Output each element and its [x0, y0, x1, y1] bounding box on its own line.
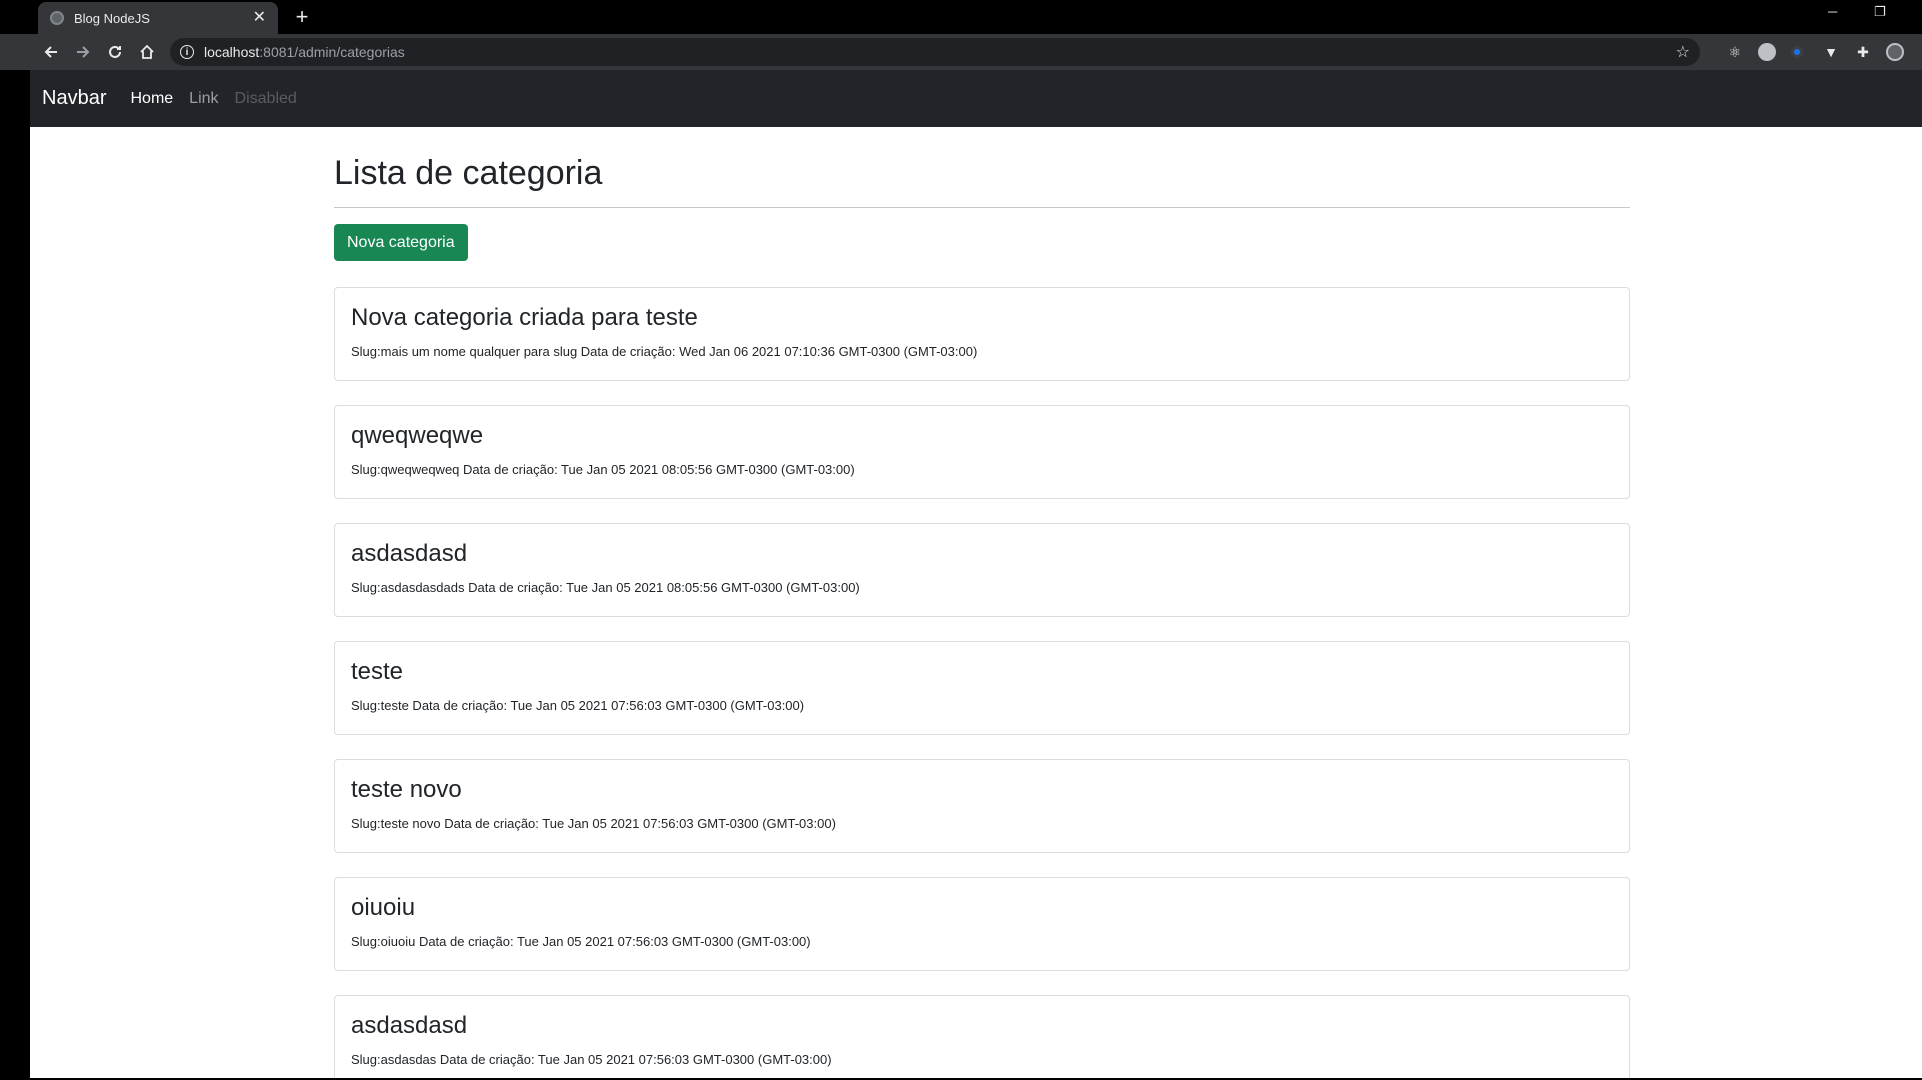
category-card: teste novo Slug:teste novo Data de criaç… — [334, 759, 1630, 853]
browser-tabstrip: Blog NodeJS ✕ + ─ ❐ — [0, 0, 1922, 34]
category-meta: Slug:teste Data de criação: Tue Jan 05 2… — [351, 698, 805, 713]
restore-icon[interactable]: ❐ — [1874, 4, 1886, 20]
url-host: localhost — [204, 44, 260, 60]
reload-icon — [109, 45, 121, 58]
globe-icon — [50, 11, 64, 25]
page-title: Lista de categoria — [334, 154, 603, 192]
arrow-left-icon — [44, 46, 57, 58]
arrow-right-icon — [77, 46, 90, 58]
category-title: asdasdasd — [351, 540, 468, 567]
category-title: Nova categoria criada para teste — [351, 304, 698, 331]
url-path: :8081/admin/categorias — [259, 44, 405, 60]
category-meta: Slug:mais um nome qualquer para slug Dat… — [351, 344, 978, 359]
category-card: teste Slug:teste Data de criação: Tue Ja… — [334, 641, 1630, 735]
category-card: asdasdasd Slug:asdasdasdads Data de cria… — [334, 523, 1630, 617]
category-meta: Slug:asdasdas Data de criação: Tue Jan 0… — [351, 1052, 832, 1067]
puzzle-extensions-icon[interactable]: ✚ — [1854, 43, 1872, 61]
new-tab-button[interactable]: + — [290, 5, 314, 29]
category-title: qweqweqwe — [351, 422, 484, 449]
extension-circle-icon[interactable] — [1758, 43, 1776, 61]
bookmark-star-icon[interactable]: ☆ — [1676, 42, 1690, 62]
category-title: oiuoiu — [351, 894, 416, 921]
category-title: teste — [351, 658, 404, 685]
nav-link-home[interactable]: Home — [130, 90, 173, 108]
nav-link-link[interactable]: Link — [189, 90, 218, 108]
category-card: Nova categoria criada para teste Slug:ma… — [334, 287, 1630, 381]
browser-toolbar: i localhost:8081/admin/categorias ☆ ⚛ ▼ … — [0, 34, 1922, 70]
category-meta: Slug:teste novo Data de criação: Tue Jan… — [351, 816, 836, 831]
home-icon — [140, 44, 154, 59]
category-title: teste novo — [351, 776, 462, 803]
vue-devtools-icon[interactable]: ▼ — [1822, 43, 1840, 61]
category-title: asdasdasd — [351, 1012, 468, 1039]
react-devtools-icon[interactable]: ⚛ — [1726, 43, 1744, 61]
reload-button[interactable] — [102, 39, 128, 65]
info-icon[interactable]: i — [180, 45, 194, 59]
title-divider — [334, 207, 1630, 208]
navbar-brand[interactable]: Navbar — [42, 87, 106, 110]
new-category-button[interactable]: Nova categoria — [334, 224, 468, 261]
profile-avatar[interactable] — [1886, 43, 1904, 61]
navbar: Navbar Home Link Disabled — [30, 70, 1922, 127]
category-list: Nova categoria criada para teste Slug:ma… — [334, 287, 1630, 1078]
extension-dot-icon[interactable] — [1791, 46, 1803, 58]
nav-link-disabled: Disabled — [234, 89, 297, 107]
main-container: Lista de categoria Nova categoria Nova c… — [334, 127, 1630, 1078]
category-card: qweqweqwe Slug:qweqweqweq Data de criaçã… — [334, 405, 1630, 499]
minimize-icon[interactable]: ─ — [1828, 4, 1837, 19]
category-card: oiuoiu Slug:oiuoiu Data de criação: Tue … — [334, 877, 1630, 971]
category-meta: Slug:oiuoiu Data de criação: Tue Jan 05 … — [351, 934, 811, 949]
tab-title: Blog NodeJS — [74, 10, 150, 26]
category-card: asdasdasd Slug:asdasdas Data de criação:… — [334, 995, 1630, 1078]
back-button[interactable] — [38, 39, 64, 65]
home-button[interactable] — [134, 39, 160, 65]
category-meta: Slug:qweqweqweq Data de criação: Tue Jan… — [351, 462, 855, 477]
address-bar[interactable]: i localhost:8081/admin/categorias ☆ — [170, 38, 1700, 66]
category-meta: Slug:asdasdasdads Data de criação: Tue J… — [351, 580, 860, 595]
browser-tab[interactable]: Blog NodeJS ✕ — [38, 2, 278, 34]
close-tab-icon[interactable]: ✕ — [253, 10, 266, 26]
forward-button[interactable] — [70, 39, 96, 65]
page-viewport: Navbar Home Link Disabled Lista de categ… — [30, 70, 1922, 1078]
